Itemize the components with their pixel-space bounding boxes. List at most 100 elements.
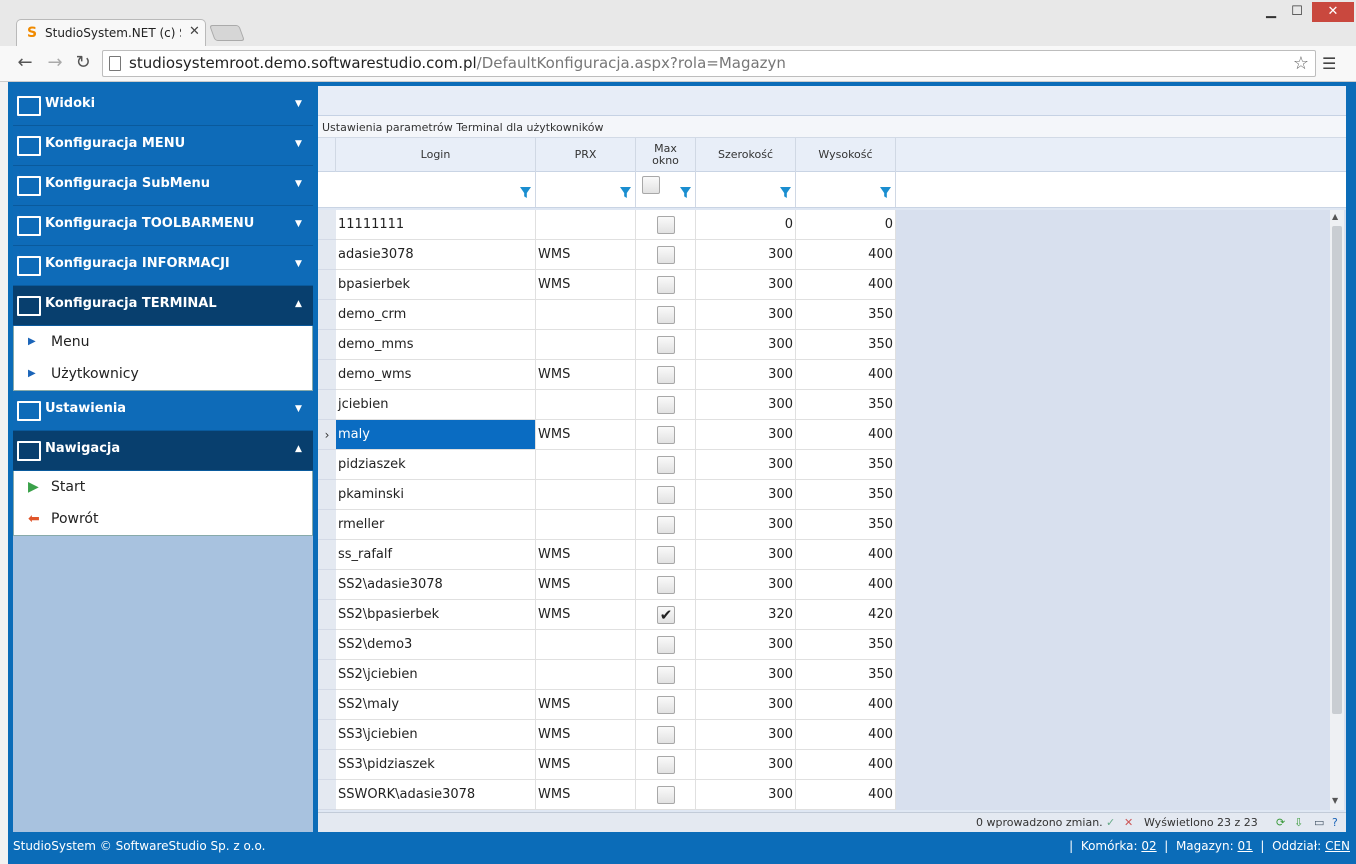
table-row[interactable]: demo_wms WMS 300 400 bbox=[318, 360, 898, 390]
cell-login[interactable]: maly bbox=[336, 420, 536, 450]
cell-wysokosc[interactable]: 400 bbox=[796, 780, 896, 810]
filter-icon[interactable] bbox=[620, 187, 631, 198]
cell-wysokosc[interactable]: 350 bbox=[796, 330, 896, 360]
cell-wysokosc[interactable]: 400 bbox=[796, 570, 896, 600]
max-okno-checkbox[interactable] bbox=[657, 666, 675, 684]
max-okno-checkbox[interactable] bbox=[657, 486, 675, 504]
sidebar-section-konfiguracja-menu[interactable]: Konfiguracja MENU ▼ bbox=[13, 126, 313, 166]
cell-szerokosc[interactable]: 300 bbox=[696, 630, 796, 660]
sidebar-item-powrot[interactable]: ⬅ Powrót bbox=[14, 503, 312, 535]
cell-prx[interactable] bbox=[536, 210, 636, 240]
max-okno-checkbox[interactable] bbox=[657, 366, 675, 384]
max-okno-checkbox[interactable] bbox=[657, 636, 675, 654]
export-icon[interactable]: ⇩ bbox=[1294, 816, 1303, 829]
cell-wysokosc[interactable]: 400 bbox=[796, 540, 896, 570]
cell-wysokosc[interactable]: 400 bbox=[796, 690, 896, 720]
table-row[interactable]: pkaminski 300 350 bbox=[318, 480, 898, 510]
table-row[interactable]: jciebien 300 350 bbox=[318, 390, 898, 420]
cell-szerokosc[interactable]: 300 bbox=[696, 450, 796, 480]
cell-max-okno[interactable] bbox=[636, 480, 696, 510]
sidebar-section-konfiguracja-submenu[interactable]: Konfiguracja SubMenu ▼ bbox=[13, 166, 313, 206]
new-tab-button[interactable] bbox=[209, 25, 245, 41]
cell-prx[interactable] bbox=[536, 450, 636, 480]
cell-login[interactable]: adasie3078 bbox=[336, 240, 536, 270]
cell-prx[interactable]: WMS bbox=[536, 540, 636, 570]
cell-login[interactable]: bpasierbek bbox=[336, 270, 536, 300]
max-okno-checkbox[interactable] bbox=[657, 726, 675, 744]
cell-max-okno[interactable] bbox=[636, 210, 696, 240]
cell-wysokosc[interactable]: 350 bbox=[796, 480, 896, 510]
scroll-down-icon[interactable]: ▼ bbox=[1332, 796, 1338, 805]
cell-max-okno[interactable] bbox=[636, 510, 696, 540]
filter-icon[interactable] bbox=[780, 187, 791, 198]
cell-max-okno[interactable] bbox=[636, 360, 696, 390]
cell-login[interactable]: SS2\maly bbox=[336, 690, 536, 720]
cell-prx[interactable] bbox=[536, 390, 636, 420]
sidebar-section-konfiguracja-informacji[interactable]: Konfiguracja INFORMACJI ▼ bbox=[13, 246, 313, 286]
cell-szerokosc[interactable]: 300 bbox=[696, 780, 796, 810]
sidebar-item-start[interactable]: ▶ Start bbox=[14, 471, 312, 503]
reload-icon[interactable]: ↻ bbox=[72, 52, 94, 73]
cell-login[interactable]: demo_mms bbox=[336, 330, 536, 360]
cell-wysokosc[interactable]: 350 bbox=[796, 450, 896, 480]
filter-icon[interactable] bbox=[680, 187, 691, 198]
monitor-icon[interactable]: ▭ bbox=[1314, 816, 1324, 829]
cell-prx[interactable]: WMS bbox=[536, 750, 636, 780]
cancel-changes-icon[interactable]: ✕ bbox=[1124, 816, 1133, 829]
max-okno-checkbox[interactable] bbox=[657, 696, 675, 714]
cell-max-okno[interactable] bbox=[636, 750, 696, 780]
cell-login[interactable]: demo_crm bbox=[336, 300, 536, 330]
max-okno-checkbox[interactable] bbox=[657, 576, 675, 594]
cell-szerokosc[interactable]: 300 bbox=[696, 390, 796, 420]
back-arrow-icon[interactable]: ← bbox=[14, 52, 36, 73]
cell-wysokosc[interactable]: 420 bbox=[796, 600, 896, 630]
cell-login[interactable]: SS2\jciebien bbox=[336, 660, 536, 690]
cell-prx[interactable] bbox=[536, 300, 636, 330]
cell-max-okno[interactable] bbox=[636, 690, 696, 720]
scroll-up-icon[interactable]: ▲ bbox=[1332, 212, 1338, 221]
filter-icon[interactable] bbox=[880, 187, 891, 198]
table-row[interactable]: SSWORK\adasie3078 WMS 300 400 bbox=[318, 780, 898, 810]
cell-login[interactable]: rmeller bbox=[336, 510, 536, 540]
table-row[interactable]: › maly WMS 300 400 bbox=[318, 420, 898, 450]
cell-szerokosc[interactable]: 300 bbox=[696, 540, 796, 570]
table-row[interactable]: SS2\jciebien 300 350 bbox=[318, 660, 898, 690]
table-row[interactable]: rmeller 300 350 bbox=[318, 510, 898, 540]
cell-max-okno[interactable] bbox=[636, 420, 696, 450]
cell-wysokosc[interactable]: 400 bbox=[796, 360, 896, 390]
cell-szerokosc[interactable]: 300 bbox=[696, 570, 796, 600]
cell-max-okno[interactable] bbox=[636, 390, 696, 420]
cell-prx[interactable]: WMS bbox=[536, 720, 636, 750]
cell-prx[interactable]: WMS bbox=[536, 420, 636, 450]
cell-szerokosc[interactable]: 300 bbox=[696, 420, 796, 450]
cell-max-okno[interactable] bbox=[636, 450, 696, 480]
komorka-link[interactable]: 02 bbox=[1141, 839, 1156, 853]
table-row[interactable]: SS2\bpasierbek WMS ✔ 320 420 bbox=[318, 600, 898, 630]
cell-prx[interactable]: WMS bbox=[536, 360, 636, 390]
table-row[interactable]: demo_mms 300 350 bbox=[318, 330, 898, 360]
max-okno-checkbox[interactable] bbox=[657, 546, 675, 564]
cell-login[interactable]: SS2\demo3 bbox=[336, 630, 536, 660]
cell-max-okno[interactable] bbox=[636, 540, 696, 570]
cell-prx[interactable]: WMS bbox=[536, 600, 636, 630]
cell-wysokosc[interactable]: 400 bbox=[796, 270, 896, 300]
cell-wysokosc[interactable]: 400 bbox=[796, 720, 896, 750]
cell-wysokosc[interactable]: 0 bbox=[796, 210, 896, 240]
sidebar-section-ustawienia[interactable]: Ustawienia ▼ bbox=[13, 391, 313, 431]
filter-checkbox[interactable] bbox=[642, 176, 660, 194]
cell-login[interactable]: 11111111 bbox=[336, 210, 536, 240]
cell-wysokosc[interactable]: 400 bbox=[796, 420, 896, 450]
browser-tab[interactable]: S StudioSystem.NET (c) Soft ✕ bbox=[16, 19, 206, 46]
cell-szerokosc[interactable]: 300 bbox=[696, 690, 796, 720]
max-okno-checkbox[interactable] bbox=[657, 276, 675, 294]
table-row[interactable]: SS2\adasie3078 WMS 300 400 bbox=[318, 570, 898, 600]
cell-prx[interactable] bbox=[536, 660, 636, 690]
magazyn-link[interactable]: 01 bbox=[1238, 839, 1253, 853]
address-bar[interactable]: studiosystemroot.demo.softwarestudio.com… bbox=[102, 50, 1316, 77]
cell-max-okno[interactable] bbox=[636, 330, 696, 360]
max-okno-checkbox[interactable] bbox=[657, 216, 675, 234]
cell-szerokosc[interactable]: 300 bbox=[696, 510, 796, 540]
cell-prx[interactable] bbox=[536, 630, 636, 660]
max-okno-checkbox[interactable] bbox=[657, 246, 675, 264]
column-header-szerokosc[interactable]: Szerokość bbox=[696, 138, 796, 172]
